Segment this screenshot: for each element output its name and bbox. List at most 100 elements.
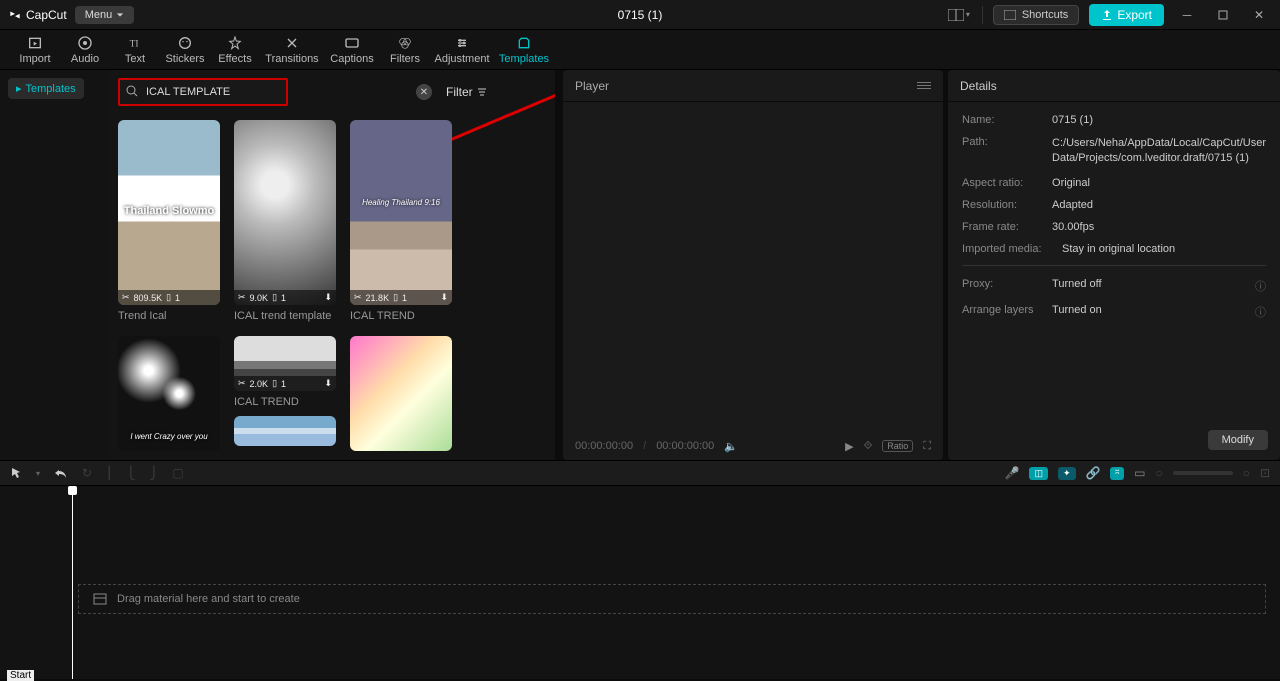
search-input[interactable] [118, 78, 288, 106]
divider [962, 265, 1266, 266]
clear-search-button[interactable]: ✕ [416, 84, 432, 100]
top-tabs: Import Audio TIText Stickers Effects Tra… [0, 30, 1280, 70]
track-chip[interactable]: ✦ [1058, 467, 1076, 480]
tab-captions[interactable]: Captions [324, 35, 380, 65]
tab-templates[interactable]: Templates [494, 35, 554, 65]
redo-button[interactable]: ↻ [82, 466, 92, 480]
scissor-icon: ✂ [122, 292, 130, 303]
ratio-button[interactable]: Ratio [882, 440, 913, 452]
tab-filters[interactable]: Filters [380, 35, 430, 65]
category-sidebar: ▸Templates [0, 70, 110, 460]
tab-import[interactable]: Import [10, 35, 60, 65]
template-thumb[interactable] [234, 416, 336, 446]
template-card[interactable]: ✂9.0K ▯1 ⬇ ICAL trend template [234, 120, 336, 322]
zoom-slider[interactable] [1173, 471, 1233, 475]
template-stats: ✂9.0K ▯1 ⬇ [234, 290, 336, 305]
label-aspect: Aspect ratio: [962, 177, 1052, 189]
tab-stickers[interactable]: Stickers [160, 35, 210, 65]
zoom-in[interactable]: ○ [1243, 466, 1250, 480]
shortcuts-button[interactable]: Shortcuts [993, 5, 1079, 25]
template-card[interactable]: I went Crazy over you [118, 336, 220, 451]
mic-icon[interactable]: 🎤 [1005, 466, 1020, 480]
template-thumb[interactable]: Healing Thailand 9:16 ✂21.8K ▯1 ⬇ [350, 120, 452, 305]
export-button[interactable]: Export [1089, 4, 1164, 26]
scissor-icon: ✂ [354, 292, 362, 303]
label-resolution: Resolution: [962, 199, 1052, 211]
label-framerate: Frame rate: [962, 221, 1052, 233]
value-arrange: Turned on [1052, 304, 1255, 320]
preview-icon[interactable]: ▭ [1134, 466, 1145, 480]
split-left-button[interactable]: ⎩ [126, 466, 135, 480]
template-thumb[interactable]: ✂2.0K ▯1 ⬇ [234, 336, 336, 391]
minimize-button[interactable]: ─ [1174, 5, 1200, 25]
layout-icon[interactable]: ▾ [946, 5, 972, 25]
modify-button[interactable]: Modify [1208, 430, 1268, 450]
value-resolution: Adapted [1052, 199, 1266, 211]
template-thumb[interactable]: ✂9.0K ▯1 ⬇ [234, 120, 336, 305]
track-chip[interactable]: ⎶ [1110, 467, 1124, 480]
start-label: Start [7, 670, 34, 681]
close-button[interactable]: ✕ [1246, 5, 1272, 25]
timeline[interactable]: Drag material here and start to create S… [0, 486, 1280, 679]
download-icon[interactable]: ⬇ [440, 292, 448, 303]
value-path: C:/Users/Neha/AppData/Local/CapCut/User … [1052, 136, 1266, 167]
value-proxy: Turned off [1052, 278, 1255, 294]
crop-icon[interactable]: ⟐ [864, 440, 873, 453]
app-name: CapCut [26, 8, 67, 22]
maximize-button[interactable] [1210, 5, 1236, 25]
template-title: Trend Ical [118, 310, 220, 322]
tab-audio[interactable]: Audio [60, 35, 110, 65]
capcut-icon [8, 8, 22, 22]
value-name: 0715 (1) [1052, 114, 1266, 126]
fullscreen-icon[interactable]: ⛶ [923, 440, 931, 453]
playhead[interactable] [72, 486, 73, 679]
label-name: Name: [962, 114, 1052, 126]
template-thumb[interactable]: Thailand Slowmo ✂809.5K ▯1 [118, 120, 220, 305]
app-logo: CapCut [8, 8, 67, 22]
zoom-out[interactable]: ○ [1155, 466, 1162, 480]
tab-text[interactable]: TIText [110, 35, 160, 65]
player-viewport[interactable] [563, 102, 943, 432]
player-menu-icon[interactable] [917, 82, 931, 89]
template-card[interactable]: Healing Thailand 9:16 ✂21.8K ▯1 ⬇ ICAL T… [350, 120, 452, 322]
template-title: ICAL TREND [234, 396, 336, 408]
play-button[interactable]: ▶ [845, 440, 853, 453]
info-icon[interactable]: ⓘ [1255, 278, 1266, 294]
timeline-drop-area[interactable]: Drag material here and start to create [78, 584, 1266, 614]
time-current: 00:00:00:00 [575, 440, 633, 452]
drop-hint: Drag material here and start to create [117, 593, 300, 605]
zoom-fit[interactable]: ⊡ [1260, 466, 1270, 480]
info-icon[interactable]: ⓘ [1255, 304, 1266, 320]
filter-button[interactable]: Filter [446, 85, 487, 99]
label-proxy: Proxy: [962, 278, 1052, 294]
player-title: Player [575, 79, 609, 93]
split-right-button[interactable]: ⎭ [149, 466, 158, 480]
timeline-toolbar: ▾ ↻ ⎮ ⎩ ⎭ ▢ 🎤 ◫ ✦ 🔗 ⎶ ▭ ○ ○ ⊡ [0, 460, 1280, 486]
tab-transitions[interactable]: Transitions [260, 35, 324, 65]
undo-button[interactable] [54, 467, 68, 479]
pointer-tool[interactable] [10, 467, 22, 479]
download-icon[interactable]: ⬇ [324, 292, 332, 303]
template-thumb[interactable] [350, 336, 452, 451]
track-chip[interactable]: ◫ [1029, 467, 1048, 480]
tab-effects[interactable]: Effects [210, 35, 260, 65]
layers-icon: ▯ [272, 378, 277, 389]
details-title: Details [960, 79, 997, 93]
category-templates[interactable]: ▸Templates [8, 78, 84, 99]
template-card[interactable]: Thailand Slowmo ✂809.5K ▯1 Trend Ical [118, 120, 220, 322]
split-button[interactable]: ⎮ [106, 466, 112, 480]
tab-adjustment[interactable]: Adjustment [430, 35, 494, 65]
template-stats: ✂2.0K ▯1 ⬇ [234, 376, 336, 391]
template-card[interactable] [350, 336, 452, 451]
download-icon[interactable]: ⬇ [324, 378, 332, 389]
value-aspect: Original [1052, 177, 1266, 189]
pointer-dropdown[interactable]: ▾ [36, 469, 40, 478]
template-thumb[interactable]: I went Crazy over you [118, 336, 220, 451]
menu-button[interactable]: Menu [75, 6, 135, 24]
template-card[interactable]: ✂2.0K ▯1 ⬇ ICAL TREND [234, 336, 336, 451]
label-arrange: Arrange layers [962, 304, 1052, 320]
volume-icon[interactable]: 🔈 [724, 440, 738, 453]
layers-icon: ▯ [393, 292, 398, 303]
delete-button[interactable]: ▢ [172, 466, 183, 480]
link-icon[interactable]: 🔗 [1086, 466, 1101, 480]
